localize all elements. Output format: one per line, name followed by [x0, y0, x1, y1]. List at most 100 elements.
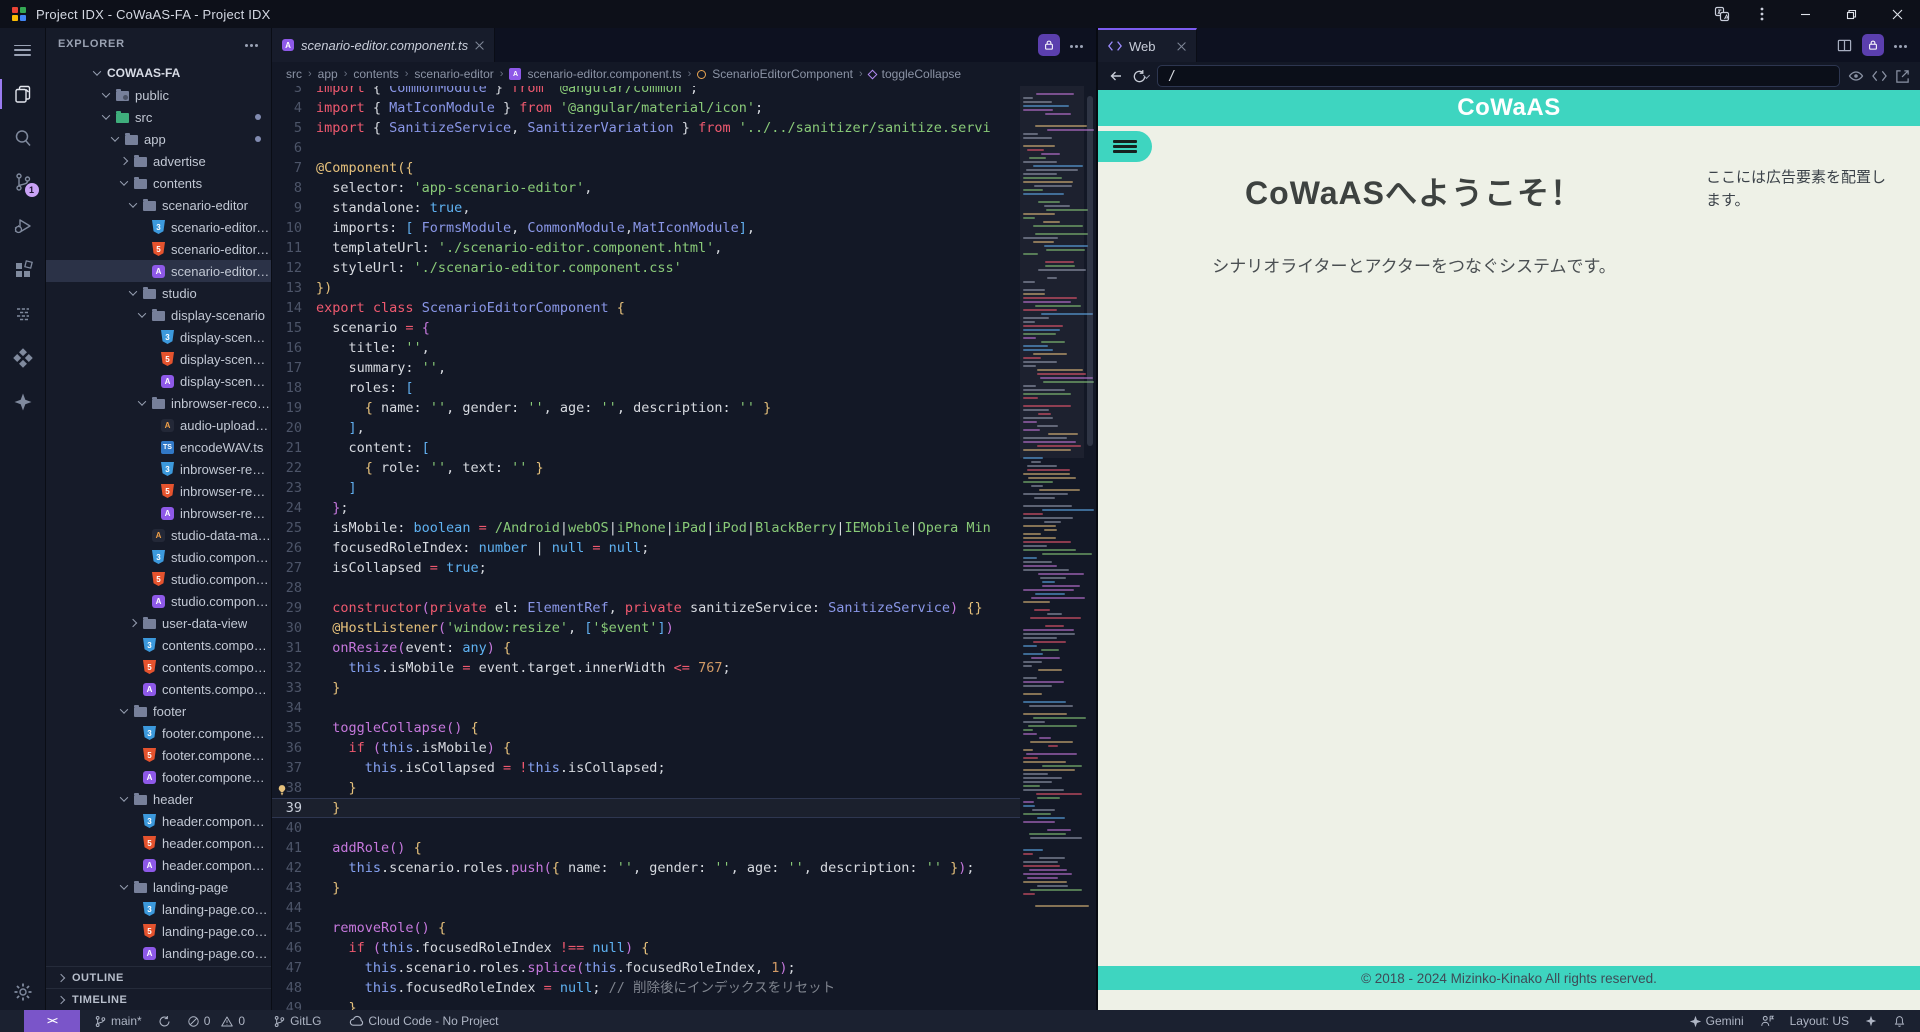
code-line[interactable]: 5 import { SanitizeService, SanitizerVari…: [272, 118, 1020, 138]
tree-item[interactable]: Adisplay-scenario.co...: [46, 370, 271, 392]
code-line[interactable]: 40: [272, 818, 1020, 838]
tree-item[interactable]: Alanding-page.compone...: [46, 942, 271, 964]
tree-item[interactable]: inbrowser-recorder: [46, 392, 271, 414]
code-line[interactable]: 3 import { CommonModule } from '@angular/…: [272, 86, 1020, 98]
tree-item[interactable]: landing-page: [46, 876, 271, 898]
breadcrumb[interactable]: src › app › contents › scenario-editor › Ascenar…: [272, 62, 1096, 86]
tree-item[interactable]: 5 contents.component.ht...: [46, 656, 271, 678]
search-icon[interactable]: [0, 116, 46, 160]
open-external-icon[interactable]: [1895, 69, 1910, 84]
app-menu-icon[interactable]: [0, 28, 46, 72]
translate-icon[interactable]: [1702, 0, 1742, 28]
tree-item[interactable]: 3 landing-page.compone...: [46, 898, 271, 920]
idx-templates-icon[interactable]: [0, 336, 46, 380]
code-line[interactable]: 6: [272, 138, 1020, 158]
code-line[interactable]: 43 }: [272, 878, 1020, 898]
breadcrumb-item[interactable]: contents: [353, 67, 398, 81]
code-line[interactable]: 33 }: [272, 678, 1020, 698]
code-line[interactable]: 34: [272, 698, 1020, 718]
more-menu-icon[interactable]: [1742, 0, 1782, 28]
tree-item[interactable]: Astudio-data-manager...: [46, 524, 271, 546]
tree-item[interactable]: Aheader.component.ts: [46, 854, 271, 876]
tree-item[interactable]: 5 header.component.html: [46, 832, 271, 854]
breadcrumb-item[interactable]: src: [286, 67, 302, 81]
tree-item[interactable]: advertise: [46, 150, 271, 172]
tree-item[interactable]: app: [46, 128, 271, 150]
lock-icon[interactable]: [1862, 34, 1884, 56]
code-line[interactable]: 37 this.isCollapsed = !this.isCollapsed;: [272, 758, 1020, 778]
tree-item[interactable]: 5 landing-page.compone...: [46, 920, 271, 942]
tree-item[interactable]: user-data-view: [46, 612, 271, 634]
code-line[interactable]: 28: [272, 578, 1020, 598]
code-line[interactable]: 11 templateUrl: './scenario-editor.compo…: [272, 238, 1020, 258]
close-tab-icon[interactable]: [1177, 42, 1186, 51]
tree-item[interactable]: 5 inbrowser-recorder...: [46, 480, 271, 502]
code-line-current[interactable]: 39 }: [272, 798, 1020, 818]
code-line[interactable]: 45 removeRole() {: [272, 918, 1020, 938]
tab-scenario-editor-component-ts[interactable]: A scenario-editor.component.ts: [272, 28, 496, 62]
tree-item[interactable]: 5 studio.component.html: [46, 568, 271, 590]
editor-scrollbar[interactable]: [1084, 86, 1096, 1010]
output-channels-icon[interactable]: [0, 292, 46, 336]
code-line[interactable]: 16 title: '',: [272, 338, 1020, 358]
code-line[interactable]: 47 this.scenario.roles.splice(this.focus…: [272, 958, 1020, 978]
code-line[interactable]: 35 toggleCollapse() {: [272, 718, 1020, 738]
explorer-more-icon[interactable]: [245, 43, 259, 47]
code-line[interactable]: 23 ]: [272, 478, 1020, 498]
code-line[interactable]: 4 import { MatIconModule } from '@angular…: [272, 98, 1020, 118]
editor-more-actions-icon[interactable]: [1070, 44, 1084, 48]
tree-item[interactable]: 3 contents.component.css: [46, 634, 271, 656]
code-editor[interactable]: 3 import { CommonModule } from '@angular/…: [272, 86, 1096, 1010]
tree-item[interactable]: 5 display-scenario.co...: [46, 348, 271, 370]
code-line[interactable]: 21 content: [: [272, 438, 1020, 458]
tree-item[interactable]: TS encodeWAV.ts: [46, 436, 271, 458]
code-line[interactable]: 7 @Component({: [272, 158, 1020, 178]
git-branch-item[interactable]: main*: [94, 1014, 142, 1028]
refresh-icon[interactable]: [1132, 69, 1151, 84]
code-line[interactable]: 49 }: [272, 998, 1020, 1010]
remote-indicator[interactable]: ><: [24, 1010, 80, 1032]
code-line[interactable]: 46 if (this.focusedRoleIndex !== null) {: [272, 938, 1020, 958]
tree-item[interactable]: Astudio.component.ts: [46, 590, 271, 612]
code-line[interactable]: 30 @HostListener('window:resize', ['$eve…: [272, 618, 1020, 638]
breadcrumb-item[interactable]: scenario-editor.component.ts: [527, 67, 681, 81]
code-line[interactable]: 15 scenario = {: [272, 318, 1020, 338]
code-line[interactable]: 27 isCollapsed = true;: [272, 558, 1020, 578]
tree-item[interactable]: header: [46, 788, 271, 810]
problems-item[interactable]: 0 0: [187, 1014, 245, 1028]
code-line[interactable]: 24 };: [272, 498, 1020, 518]
url-input[interactable]: /: [1157, 65, 1840, 87]
tree-item[interactable]: 3 inbrowser-recorder...: [46, 458, 271, 480]
code-line[interactable]: 20 ],: [272, 418, 1020, 438]
code-line[interactable]: 19 { name: '', gender: '', age: '', desc…: [272, 398, 1020, 418]
cloud-code-item[interactable]: Cloud Code - No Project: [349, 1014, 498, 1028]
lightbulb-icon[interactable]: [276, 782, 288, 796]
tree-item[interactable]: 3 studio.component.css: [46, 546, 271, 568]
close-button[interactable]: [1874, 0, 1920, 28]
tree-item[interactable]: Ascenario-editor.comp...: [46, 260, 271, 282]
minimize-button[interactable]: [1782, 0, 1828, 28]
breadcrumb-item[interactable]: toggleCollapse: [882, 67, 961, 81]
code-line[interactable]: 9 standalone: true,: [272, 198, 1020, 218]
sparkle-icon[interactable]: [1865, 1015, 1877, 1027]
maximize-button[interactable]: [1828, 0, 1874, 28]
tree-item[interactable]: 5 scenario-editor.comp...: [46, 238, 271, 260]
code-line[interactable]: 12 styleUrl: './scenario-editor.componen…: [272, 258, 1020, 278]
code-line[interactable]: 26 focusedRoleIndex: number | null = nul…: [272, 538, 1020, 558]
run-debug-icon[interactable]: [0, 204, 46, 248]
feedback-icon[interactable]: [1760, 1014, 1774, 1028]
tree-item[interactable]: 3 display-scenario.co...: [46, 326, 271, 348]
code-line[interactable]: 18 roles: [: [272, 378, 1020, 398]
gemini-item[interactable]: Gemini: [1689, 1014, 1744, 1028]
tab-web[interactable]: Web: [1098, 28, 1197, 62]
code-line[interactable]: 10 imports: [ FormsModule, CommonModule,…: [272, 218, 1020, 238]
tree-item[interactable]: contents: [46, 172, 271, 194]
close-tab-icon[interactable]: [475, 41, 484, 50]
breadcrumb-item[interactable]: scenario-editor: [414, 67, 493, 81]
tree-item[interactable]: studio: [46, 282, 271, 304]
tree-item[interactable]: 3 header.component.css: [46, 810, 271, 832]
breadcrumb-item[interactable]: app: [318, 67, 338, 81]
source-control-icon[interactable]: 1: [0, 160, 46, 204]
explorer-icon[interactable]: [0, 72, 46, 116]
code-line[interactable]: 29 constructor(private el: ElementRef, p…: [272, 598, 1020, 618]
